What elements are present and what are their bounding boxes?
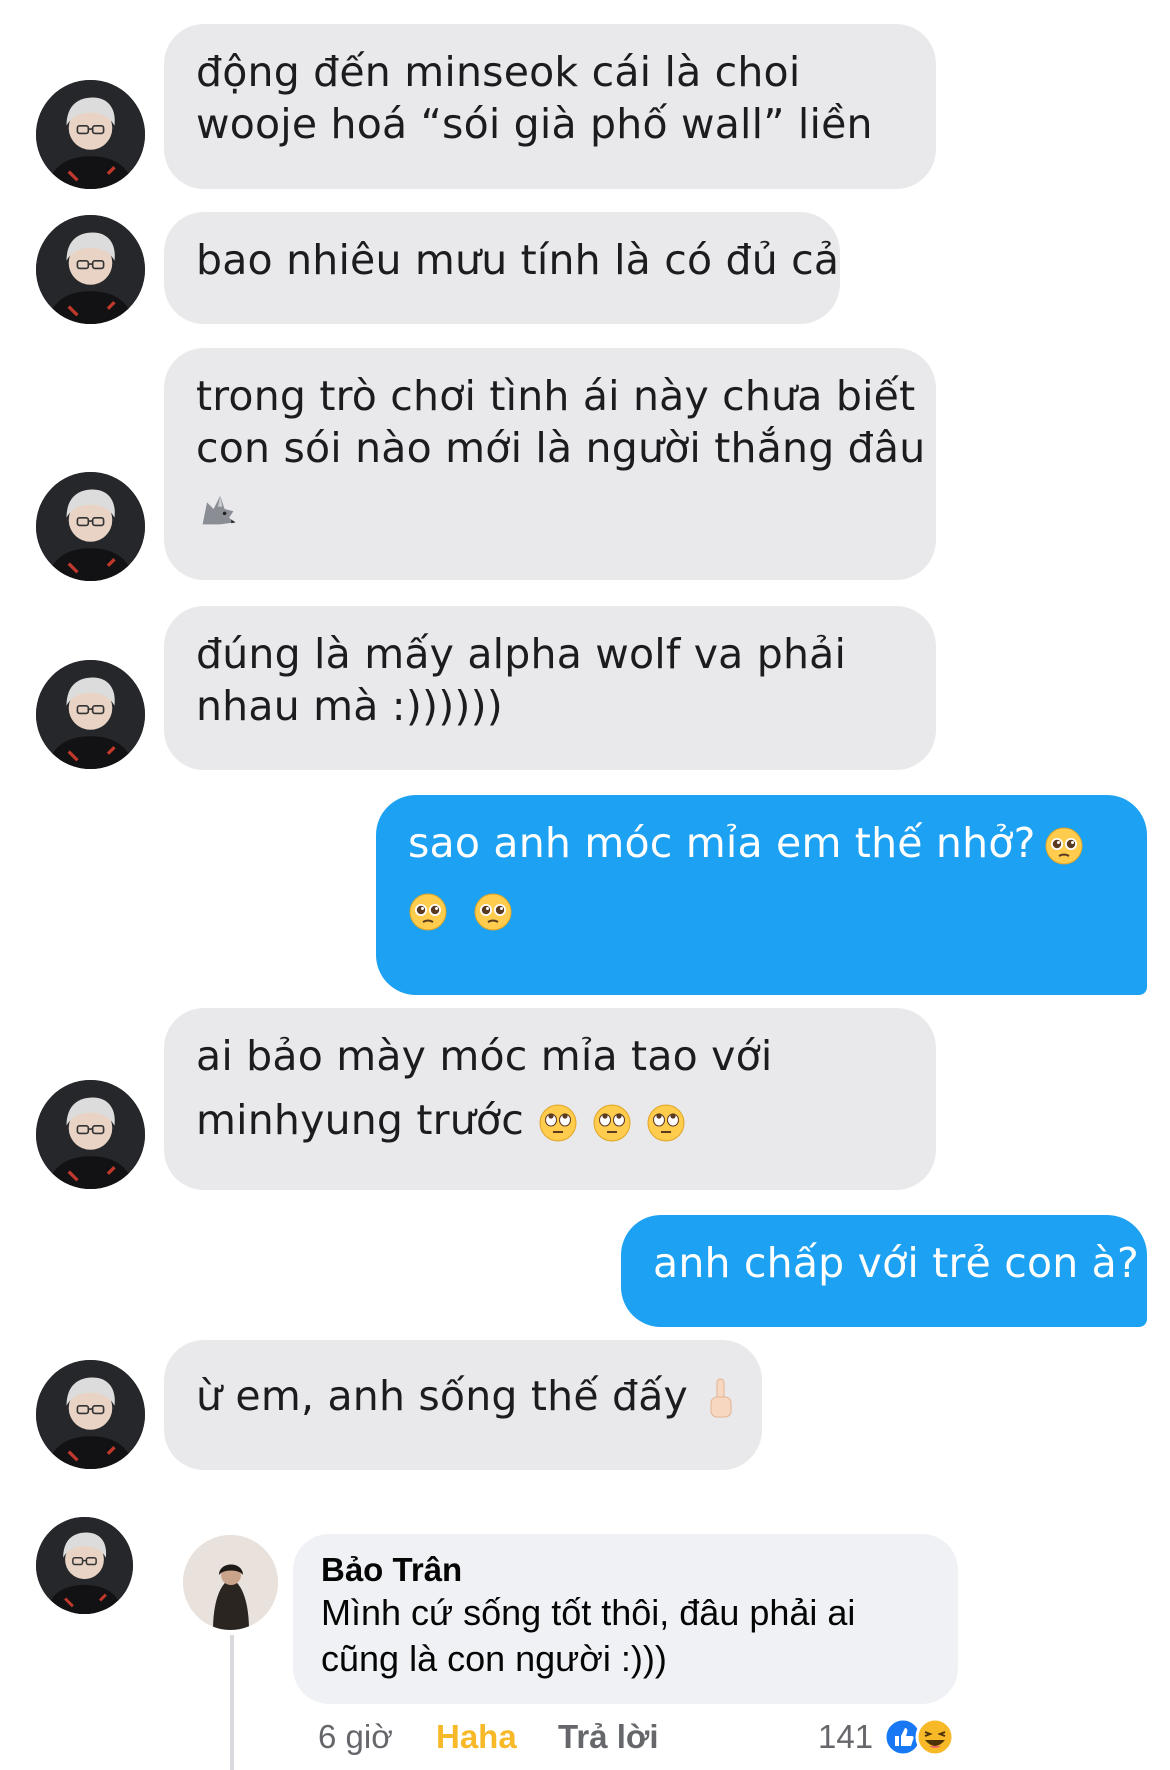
message-text-line: động đến minseok cái là choi: [196, 48, 801, 96]
message-text-line: minhyung trước: [196, 1096, 524, 1144]
pleading-face-emoji: [408, 892, 448, 932]
message-text-line: sao anh móc mỉa em thế nhở?: [408, 819, 1036, 867]
comment-actions-bar: 6 giờ Haha Trả lời 141: [318, 1712, 958, 1762]
avatar-image: [36, 472, 145, 581]
avatar-image: [36, 215, 145, 324]
message-text-line: nhau mà :)))))): [196, 682, 503, 730]
sender-avatar[interactable]: [36, 1360, 145, 1469]
message-bubble-incoming[interactable]: bao nhiêu mưu tính là có đủ cả: [164, 212, 840, 324]
reply-button[interactable]: Trả lời: [558, 1712, 659, 1762]
comment-thread-line: [230, 1635, 234, 1770]
reaction-count[interactable]: 141: [818, 1712, 873, 1762]
comment-text-line: cũng là con người :))): [321, 1638, 667, 1679]
message-bubble-incoming[interactable]: động đến minseok cái là choi wooje hoá “…: [164, 24, 936, 189]
message-text-line: ừ em, anh sống thế đấy: [196, 1372, 688, 1420]
comment-text-line: Mình cứ sống tốt thôi, đâu phải ai: [321, 1592, 856, 1633]
message-text-line: đúng là mấy alpha wolf va phải: [196, 630, 847, 678]
message-bubble-incoming[interactable]: ai bảo mày móc mỉa tao với minhyung trướ…: [164, 1008, 936, 1190]
avatar-image: [36, 1360, 145, 1469]
sender-avatar[interactable]: [36, 1517, 133, 1614]
sender-avatar[interactable]: [36, 215, 145, 324]
message-bubble-incoming[interactable]: đúng là mấy alpha wolf va phải nhau mà :…: [164, 606, 936, 770]
message-bubble-incoming[interactable]: ừ em, anh sống thế đấy: [164, 1340, 762, 1470]
comment-timestamp: 6 giờ: [318, 1718, 393, 1755]
reaction-icons[interactable]: [883, 1716, 963, 1758]
message-text-row: sao anh móc mỉa em thế nhở?: [408, 817, 1115, 869]
avatar-image: [36, 660, 145, 769]
wolf-emoji: [196, 487, 240, 531]
message-text-row: minhyung trước: [196, 1094, 904, 1146]
message-text-line: bao nhiêu mưu tính là có đủ cả: [196, 236, 840, 284]
sender-avatar[interactable]: [36, 472, 145, 581]
sender-avatar[interactable]: [36, 660, 145, 769]
message-bubble-incoming[interactable]: trong trò chơi tình ái này chưa biết con…: [164, 348, 936, 580]
message-text-line: wooje hoá “sói già phố wall” liền: [196, 100, 873, 148]
haha-reaction-button[interactable]: Haha: [436, 1712, 517, 1762]
comment-author-avatar[interactable]: [183, 1535, 278, 1630]
message-text-line: trong trò chơi tình ái này chưa biết: [196, 372, 916, 420]
comment-author-name[interactable]: Bảo Trân: [321, 1550, 930, 1590]
avatar-image: [36, 1517, 133, 1614]
avatar-image: [36, 1080, 145, 1189]
pleading-face-emoji: [473, 892, 513, 932]
comment-author-avatar-image: [183, 1535, 278, 1630]
message-text-row: ừ em, anh sống thế đấy: [196, 1370, 732, 1422]
pleading-face-emoji: [1044, 826, 1084, 866]
message-bubble-outgoing[interactable]: anh chấp với trẻ con à?: [621, 1215, 1147, 1327]
message-text-line: con sói nào mới là người thắng đâu: [196, 424, 926, 472]
message-text-line: ai bảo mày móc mỉa tao với: [196, 1032, 773, 1080]
message-text-line: anh chấp với trẻ con à?: [653, 1239, 1139, 1287]
emoji-row: [408, 883, 1115, 935]
haha-icon: [915, 1717, 955, 1757]
eye-roll-emoji: [592, 1103, 632, 1143]
comment-bubble[interactable]: Bảo Trân Mình cứ sống tốt thôi, đâu phải…: [293, 1534, 958, 1704]
sender-avatar[interactable]: [36, 1080, 145, 1189]
avatar-image: [36, 80, 145, 189]
eye-roll-emoji: [538, 1103, 578, 1143]
message-bubble-outgoing[interactable]: sao anh móc mỉa em thế nhở?: [376, 795, 1147, 995]
sender-avatar[interactable]: [36, 80, 145, 189]
finger-emoji: [706, 1377, 736, 1421]
eye-roll-emoji: [646, 1103, 686, 1143]
